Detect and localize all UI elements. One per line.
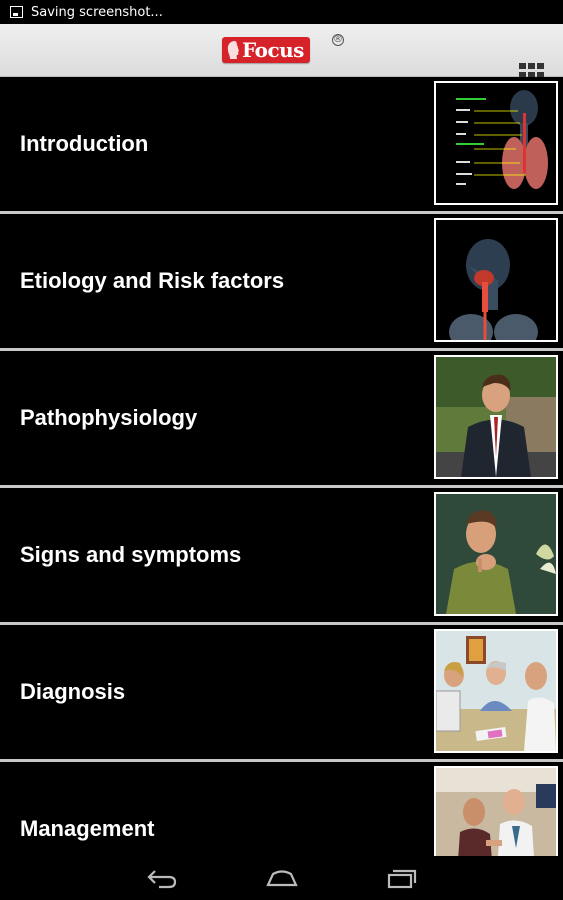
topic-row-etiology[interactable]: Etiology and Risk factors: [0, 214, 563, 351]
man-holding-throat-thumbnail: [434, 492, 558, 616]
screenshot-icon: [10, 6, 23, 18]
logo-text: Focus: [242, 38, 304, 62]
topic-row-pathophysiology[interactable]: Pathophysiology: [0, 351, 563, 488]
topic-label: Signs and symptoms: [20, 542, 242, 567]
logo-badge: Focus: [222, 37, 310, 63]
topic-row-introduction[interactable]: Introduction: [0, 77, 563, 214]
back-icon: [146, 870, 176, 889]
action-bar: Focus ®: [0, 24, 563, 87]
grid-icon-cell: [528, 63, 535, 69]
man-in-suit-thumbnail: [434, 355, 558, 479]
app-logo: Focus ®: [222, 34, 344, 64]
head-profile-icon: [227, 41, 239, 59]
status-bar: Saving screenshot...: [0, 0, 563, 24]
topic-label: Etiology and Risk factors: [20, 268, 285, 293]
back-button[interactable]: [132, 862, 192, 894]
respiratory-anatomy-labeled-thumbnail: [434, 81, 558, 205]
home-button[interactable]: [252, 862, 312, 894]
topic-label: Introduction: [20, 131, 149, 156]
topic-list: Introduction Etiology and Risk factors P…: [0, 77, 563, 899]
grid-icon-cell: [537, 63, 544, 69]
topic-row-signs-symptoms[interactable]: Signs and symptoms: [0, 488, 563, 625]
system-nav-bar: [0, 856, 563, 900]
recents-button[interactable]: [372, 862, 432, 894]
topic-label: Management: [20, 816, 155, 841]
registered-mark: ®: [332, 34, 344, 46]
topic-label: Pathophysiology: [20, 405, 198, 430]
status-text: Saving screenshot...: [31, 4, 163, 20]
topic-row-diagnosis[interactable]: Diagnosis: [0, 625, 563, 762]
topic-label: Diagnosis: [20, 679, 126, 704]
home-icon: [265, 870, 298, 887]
recents-icon: [387, 869, 416, 889]
clinic-consultation-thumbnail: [434, 629, 558, 753]
grid-icon: [519, 63, 526, 69]
throat-anatomy-thumbnail: [434, 218, 558, 342]
